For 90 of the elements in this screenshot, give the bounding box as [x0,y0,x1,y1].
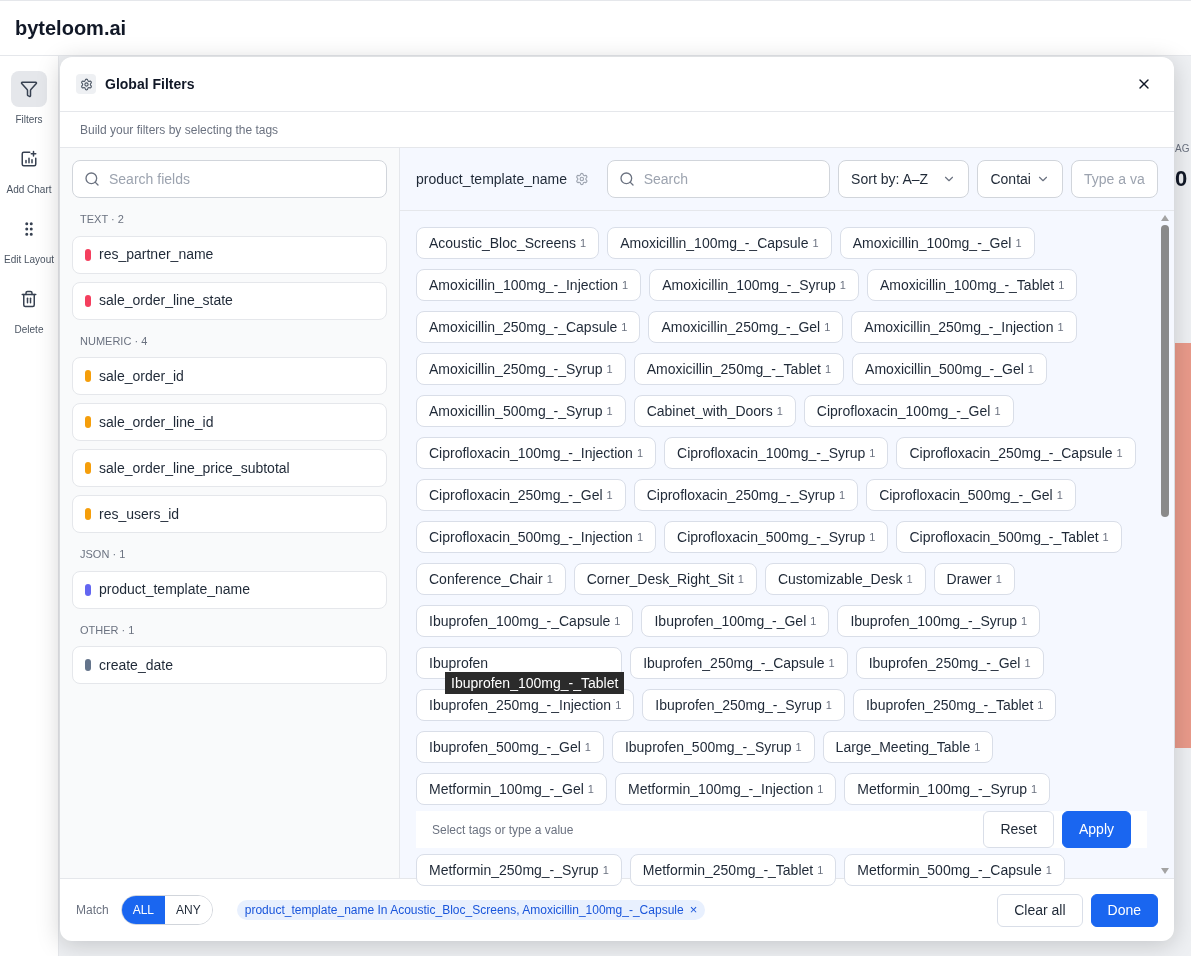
tag-chip[interactable]: Ibuprofen_500mg_-_Gel 1 [416,731,604,763]
rail-button[interactable]: Edit Layout [0,211,58,267]
tooltip: Ibuprofen_100mg_-_Tablet [445,672,625,694]
primary-button[interactable]: Done [1090,893,1158,927]
dialog-title: Global Filters [105,74,195,94]
tag-chip[interactable]: Ciprofloxacin_500mg_-_Injection 1 [416,521,657,553]
tag-chip[interactable]: Metformin_250mg_-_Syrup 1 [416,854,622,886]
group-heading: JSON · 1 [79,547,127,562]
match-label: Match [76,902,109,919]
search-icon [84,171,100,187]
field-item[interactable]: create_date [72,646,387,684]
field-item[interactable]: res_users_id [72,495,387,533]
app-logo: byteloom.ai [15,16,127,41]
add-chart-icon [20,150,38,168]
field-item[interactable]: res_partner_name [72,235,387,274]
field-item[interactable]: sale_order_line_price_subtotal [72,449,387,487]
rail-button[interactable]: Delete [0,281,58,337]
tag-chip[interactable]: Ibuprofen_250mg_-_Tablet 1 [852,689,1057,721]
group-heading: NUMERIC · 4 [79,333,149,349]
tag-chip[interactable]: Conference_Chair 1 [416,563,566,595]
tag-chip[interactable]: Ciprofloxacin_500mg_-_Gel 1 [866,479,1076,511]
tag-chip[interactable]: Amoxicillin_100mg_-_Injection 1 [416,269,642,301]
settings-icon[interactable] [575,172,589,186]
search-field[interactable]: Search fields [72,160,387,198]
hint-text: Select tags or type a value [432,821,574,839]
field-item[interactable]: product_template_name [72,570,387,609]
tag-chip[interactable]: Ciprofloxacin_500mg_-_Tablet 1 [896,521,1122,553]
match-option[interactable]: ALL [121,896,166,924]
tag-chip[interactable]: Metformin_250mg_-_Tablet 1 [629,854,837,886]
field-item[interactable]: sale_order_line_state [72,281,387,320]
settings-icon [79,77,93,91]
tag-chip[interactable]: Amoxicillin_500mg_-_Syrup 1 [416,395,626,427]
tag-chip[interactable]: Metformin_100mg_-_Syrup 1 [844,773,1051,805]
scroll-down-icon[interactable] [1161,868,1169,874]
field-item[interactable]: sale_order_line_id [72,403,387,441]
tag-chip[interactable]: Ibuprofen_250mg_-_Gel 1 [855,647,1044,679]
scroll-up-icon[interactable] [1161,215,1169,221]
tag-chip[interactable]: Ibuprofen_250mg_-_Syrup 1 [642,689,845,721]
remove-button[interactable]: × [689,900,698,920]
tag-chip[interactable]: Drawer 1 [933,563,1015,595]
trash-icon [20,290,38,308]
primary-button[interactable]: Apply [1061,811,1131,848]
tag-chip[interactable]: Amoxicillin_250mg_-_Tablet 1 [633,353,845,385]
rail-button[interactable]: Add Chart [0,141,58,197]
operator-dropdown[interactable]: Contai [977,160,1063,198]
tag-chip[interactable]: Ciprofloxacin_100mg_-_Injection 1 [416,437,657,469]
tag-chip[interactable]: Ibuprofen_100mg_-_Syrup 1 [837,605,1041,637]
tag-chip[interactable]: Corner_Desk_Right_Sit 1 [573,563,757,595]
tag-chip[interactable]: Cabinet_with_Doors 1 [633,395,796,427]
tag-chip[interactable]: Amoxicillin_250mg_-_Capsule 1 [416,311,641,343]
tag-chip[interactable]: Amoxicillin_100mg_-_Syrup 1 [649,269,859,301]
tag-chip[interactable]: Large_Meeting_Table 1 [822,731,994,763]
secondary-button[interactable]: Clear all [997,893,1083,927]
filter-icon [20,80,38,98]
card-value: 0 [1175,165,1188,193]
tag-chip[interactable]: Metformin_500mg_-_Capsule 1 [844,854,1065,886]
dialog-subtitle: Build your filters by selecting the tags [80,121,279,139]
tag-chip[interactable]: Ciprofloxacin_100mg_-_Gel 1 [803,395,1014,427]
search-icon [618,171,635,187]
tag-chip[interactable]: Amoxicillin_100mg_-_Capsule 1 [607,227,832,259]
card-label: AG [1175,142,1190,156]
tag-chip[interactable]: Metformin_100mg_-_Gel 1 [416,773,607,805]
tag-chip[interactable]: Ciprofloxacin_250mg_-_Gel 1 [416,479,626,511]
tag-chip[interactable]: Ibuprofen_100mg_-_Capsule 1 [416,605,634,637]
field-name: product_template_name [416,169,567,189]
tag-chip[interactable]: Amoxicillin_100mg_-_Gel 1 [839,227,1035,259]
search-field[interactable]: Search [606,160,831,198]
rail-button[interactable]: Filters [0,71,58,127]
sort-dropdown[interactable]: Sort by: A–Z [838,160,970,198]
value-input[interactable]: Type a va [1071,160,1158,198]
tag-chip[interactable]: Ciprofloxacin_250mg_-_Syrup 1 [633,479,859,511]
tag-chip[interactable]: Amoxicillin_100mg_-_Tablet 1 [866,269,1078,301]
secondary-button[interactable]: Reset [983,811,1054,848]
tag-chip[interactable]: Metformin_100mg_-_Injection 1 [615,773,837,805]
tag-chip[interactable]: Ciprofloxacin_250mg_-_Capsule 1 [896,437,1136,469]
tag-chip[interactable]: Amoxicillin_250mg_-_Gel 1 [648,311,844,343]
filter-chip: product_template_name In Acoustic_Bloc_Screens, Amoxicillin_100mg_-_Capsule × [236,900,706,920]
group-heading: TEXT · 2 [79,212,125,227]
tag-chip[interactable]: Ibuprofen_250mg_-_Capsule 1 [630,647,848,679]
tag-chip[interactable]: Ciprofloxacin_100mg_-_Syrup 1 [664,437,889,469]
tag-chip[interactable]: Ciprofloxacin_500mg_-_Syrup 1 [664,521,889,553]
field-item[interactable]: sale_order_id [72,357,387,395]
tag-chip[interactable]: Amoxicillin_250mg_-_Syrup 1 [416,353,626,385]
tag-chip[interactable]: Ibuprofen_500mg_-_Syrup 1 [611,731,815,763]
group-heading: OTHER · 1 [79,622,136,638]
tag-chip[interactable]: Customizable_Desk 1 [764,563,926,595]
tag-chip[interactable]: Amoxicillin_250mg_-_Injection 1 [851,311,1077,343]
tag-chip[interactable]: Ibuprofen_100mg_-_Gel 1 [641,605,830,637]
tag-chip[interactable]: Acoustic_Bloc_Screens 1 [416,227,600,259]
tag-chip[interactable]: Amoxicillin_500mg_-_Gel 1 [852,353,1047,385]
